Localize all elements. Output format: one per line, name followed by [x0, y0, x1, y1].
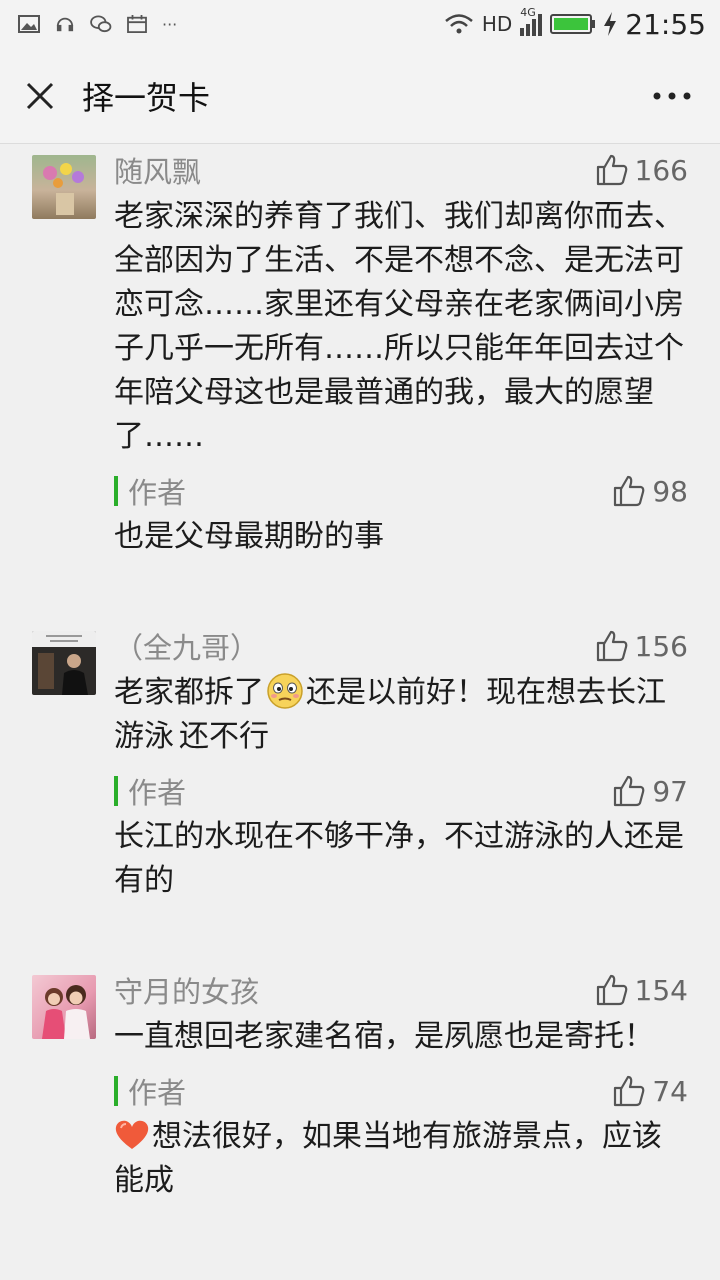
nav-header: 择一贺卡 — [0, 48, 720, 144]
wifi-icon — [445, 14, 473, 34]
signal-icon: 4G — [520, 6, 543, 36]
reply-like-count: 98 — [652, 474, 688, 508]
charging-icon — [604, 12, 617, 36]
avatar[interactable] — [32, 631, 96, 695]
like-count: 156 — [634, 629, 688, 663]
gallery-icon — [18, 15, 40, 33]
comment-text-part: 老家都拆了 — [114, 675, 264, 710]
author-reply-text: 也是父母最期盼的事 — [114, 519, 384, 554]
battery-icon — [550, 14, 596, 34]
reply-like-button[interactable]: 98 — [612, 474, 688, 508]
author-reply-text: 想法很好，如果当地有旅游景点，应该能成 — [114, 1115, 688, 1203]
avatar[interactable] — [32, 155, 96, 219]
commenter-name[interactable]: 随风飘 — [114, 149, 201, 191]
reply-like-button[interactable]: 74 — [612, 1074, 688, 1108]
headset-icon — [56, 17, 74, 32]
author-reply-text: 长江的水现在不够干净，不过游泳的人还是有的 — [114, 819, 684, 898]
author-reply-label: 作者 — [128, 476, 187, 510]
like-button[interactable]: 154 — [595, 973, 688, 1007]
reply-like-button[interactable]: 97 — [612, 774, 688, 808]
more-dots-icon — [653, 92, 691, 99]
reply-accent-bar — [114, 1076, 118, 1106]
reply-accent-bar — [114, 476, 118, 506]
wechat-icon — [90, 15, 112, 33]
thumbs-up-icon — [614, 775, 645, 807]
commenter-name[interactable]: 守月的女孩 — [114, 969, 259, 1011]
avatar-flowers-image — [43, 163, 84, 215]
avatar-person-image — [32, 631, 96, 695]
thumbs-up-icon — [614, 475, 645, 507]
network-type: HD — [481, 12, 513, 36]
author-reply-label: 作者 — [128, 1076, 187, 1110]
status-more: ··· — [162, 14, 178, 34]
avatar-girls-image — [42, 985, 90, 1039]
heart-icon — [115, 1120, 149, 1149]
comment-text: 一直想回老家建名宿，是夙愿也是寄托！ — [114, 1019, 654, 1054]
like-button[interactable]: 166 — [595, 153, 688, 187]
thumbs-up-icon — [596, 154, 627, 186]
like-button[interactable]: 156 — [595, 629, 688, 663]
thumbs-up-icon — [596, 974, 627, 1006]
close-icon — [26, 82, 54, 109]
reply-like-count: 97 — [652, 774, 688, 808]
awkward-face-emoji-icon — [267, 673, 303, 709]
close-button[interactable] — [20, 76, 60, 116]
avatar[interactable] — [32, 975, 96, 1039]
comment-item: （全九哥） 156 老家都拆了 还是以前好！现在想去长江游泳 还不行 作者 97 … — [0, 621, 720, 903]
comment-list: 随风飘 166 老家深深的养育了我们、我们却离你而去、全部因为了生活、不是不想不… — [0, 145, 720, 1203]
thumbs-up-icon — [596, 630, 627, 662]
like-count: 154 — [634, 973, 688, 1007]
comment-text: 老家深深的养育了我们、我们却离你而去、全部因为了生活、不是不想不念、是无法可恋可… — [114, 199, 684, 454]
author-reply-label: 作者 — [128, 776, 187, 810]
author-reply-text-body: 想法很好，如果当地有旅游景点，应该能成 — [114, 1119, 662, 1198]
like-count: 166 — [634, 153, 688, 187]
thumbs-up-icon — [614, 1075, 645, 1107]
comment-text: 老家都拆了 还是以前好！现在想去长江游泳 还不行 — [114, 671, 688, 759]
commenter-name[interactable]: （全九哥） — [114, 625, 259, 667]
calendar-icon — [127, 15, 147, 33]
clock: 21:55 — [625, 7, 706, 41]
reply-accent-bar — [114, 776, 118, 806]
more-button[interactable] — [644, 76, 700, 116]
status-bar: ··· HD 4G 21:55 — [0, 0, 720, 48]
page-title: 择一贺卡 — [82, 78, 211, 117]
comment-item: 守月的女孩 154 一直想回老家建名宿，是夙愿也是寄托！ 作者 74 想法很好，… — [0, 965, 720, 1203]
signal-label: 4G — [520, 6, 536, 19]
reply-like-count: 74 — [652, 1074, 688, 1108]
comment-item: 随风飘 166 老家深深的养育了我们、我们却离你而去、全部因为了生活、不是不想不… — [0, 145, 720, 559]
